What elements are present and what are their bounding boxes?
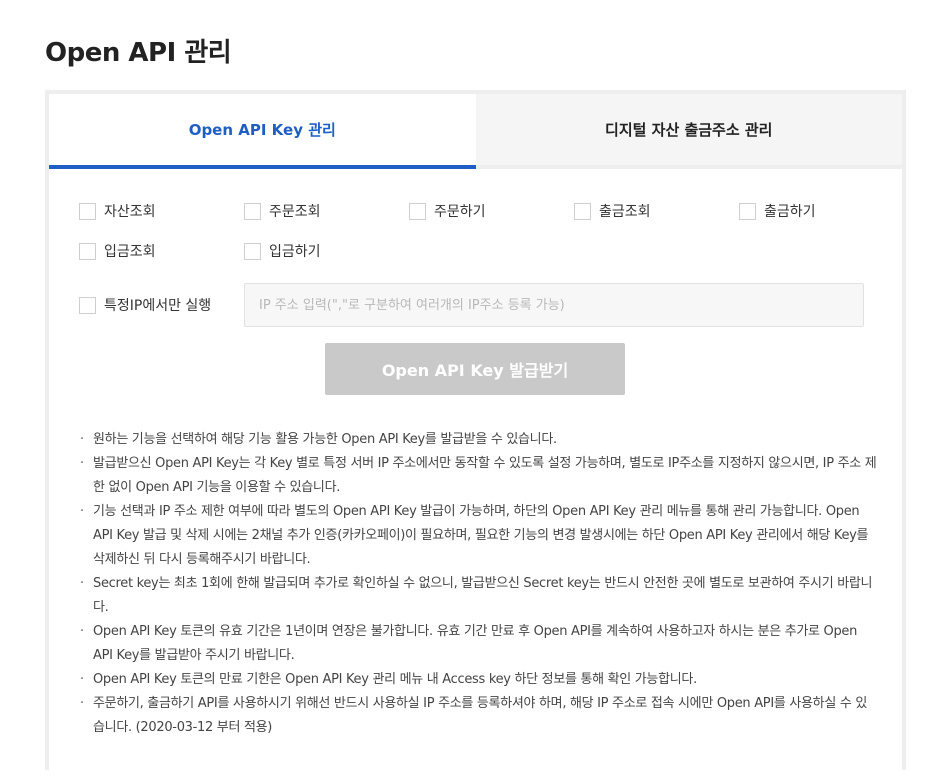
ip-restriction-label: 특정IP에서만 실행 xyxy=(104,298,212,314)
perm-label: 주문조회 xyxy=(269,204,321,220)
perm-label: 입금조회 xyxy=(104,244,156,260)
perm-label: 자산조회 xyxy=(104,204,156,220)
perm-order-view[interactable]: 주문조회 xyxy=(244,201,409,221)
perm-asset-view[interactable]: 자산조회 xyxy=(79,201,244,221)
checkbox[interactable] xyxy=(79,202,96,220)
page-title: Open API 관리 xyxy=(45,38,232,68)
tab-withdrawal-address[interactable]: 디지털 자산 출금주소 관리 xyxy=(475,94,902,165)
ip-restriction-toggle[interactable]: 특정IP에서만 실행 xyxy=(79,295,244,315)
permission-row-1: 자산조회 주문조회 주문하기 출금조회 출금하기 xyxy=(79,201,904,221)
issue-api-key-button[interactable]: Open API Key 발급받기 xyxy=(325,343,625,395)
checkbox[interactable] xyxy=(79,242,96,260)
perm-deposit[interactable]: 입금하기 xyxy=(244,241,409,261)
notice-item: Secret key는 최초 1회에 한해 발급되며 추가로 확인하실 수 없으… xyxy=(77,572,877,620)
perm-label: 출금하기 xyxy=(764,204,816,220)
notice-item: Open API Key 토큰의 만료 기한은 Open API Key 관리 … xyxy=(77,668,877,692)
tab-bar: Open API Key 관리 디지털 자산 출금주소 관리 xyxy=(49,94,902,169)
api-panel: Open API Key 관리 디지털 자산 출금주소 관리 자산조회 주문조회… xyxy=(45,90,906,770)
checkbox[interactable] xyxy=(739,202,756,220)
perm-label: 주문하기 xyxy=(434,204,486,220)
ip-address-input[interactable] xyxy=(244,283,864,327)
permission-row-2: 입금조회 입금하기 xyxy=(79,241,409,261)
notice-item: 기능 선택과 IP 주소 제한 여부에 따라 별도의 Open API Key … xyxy=(77,500,877,572)
checkbox[interactable] xyxy=(79,296,96,314)
notice-item: 주문하기, 출금하기 API를 사용하시기 위해선 반드시 사용하실 IP 주소… xyxy=(77,692,877,740)
tab-api-key[interactable]: Open API Key 관리 xyxy=(49,94,476,169)
notice-item: 발급받으신 Open API Key는 각 Key 별로 특정 서버 IP 주소… xyxy=(77,452,877,500)
checkbox[interactable] xyxy=(244,202,261,220)
checkbox[interactable] xyxy=(409,202,426,220)
notice-list: 원하는 기능을 선택하여 해당 기능 활용 가능한 Open API Key를 … xyxy=(77,428,877,740)
perm-deposit-view[interactable]: 입금조회 xyxy=(79,241,244,261)
checkbox[interactable] xyxy=(244,242,261,260)
perm-label: 출금조회 xyxy=(599,204,651,220)
checkbox[interactable] xyxy=(574,202,591,220)
perm-label: 입금하기 xyxy=(269,244,321,260)
perm-withdraw-view[interactable]: 출금조회 xyxy=(574,201,739,221)
perm-withdraw[interactable]: 출금하기 xyxy=(739,201,904,221)
notice-item: 원하는 기능을 선택하여 해당 기능 활용 가능한 Open API Key를 … xyxy=(77,428,877,452)
notice-item: Open API Key 토큰의 유효 기간은 1년이며 연장은 불가합니다. … xyxy=(77,620,877,668)
perm-order[interactable]: 주문하기 xyxy=(409,201,574,221)
ip-restriction-row: 특정IP에서만 실행 xyxy=(79,283,864,327)
